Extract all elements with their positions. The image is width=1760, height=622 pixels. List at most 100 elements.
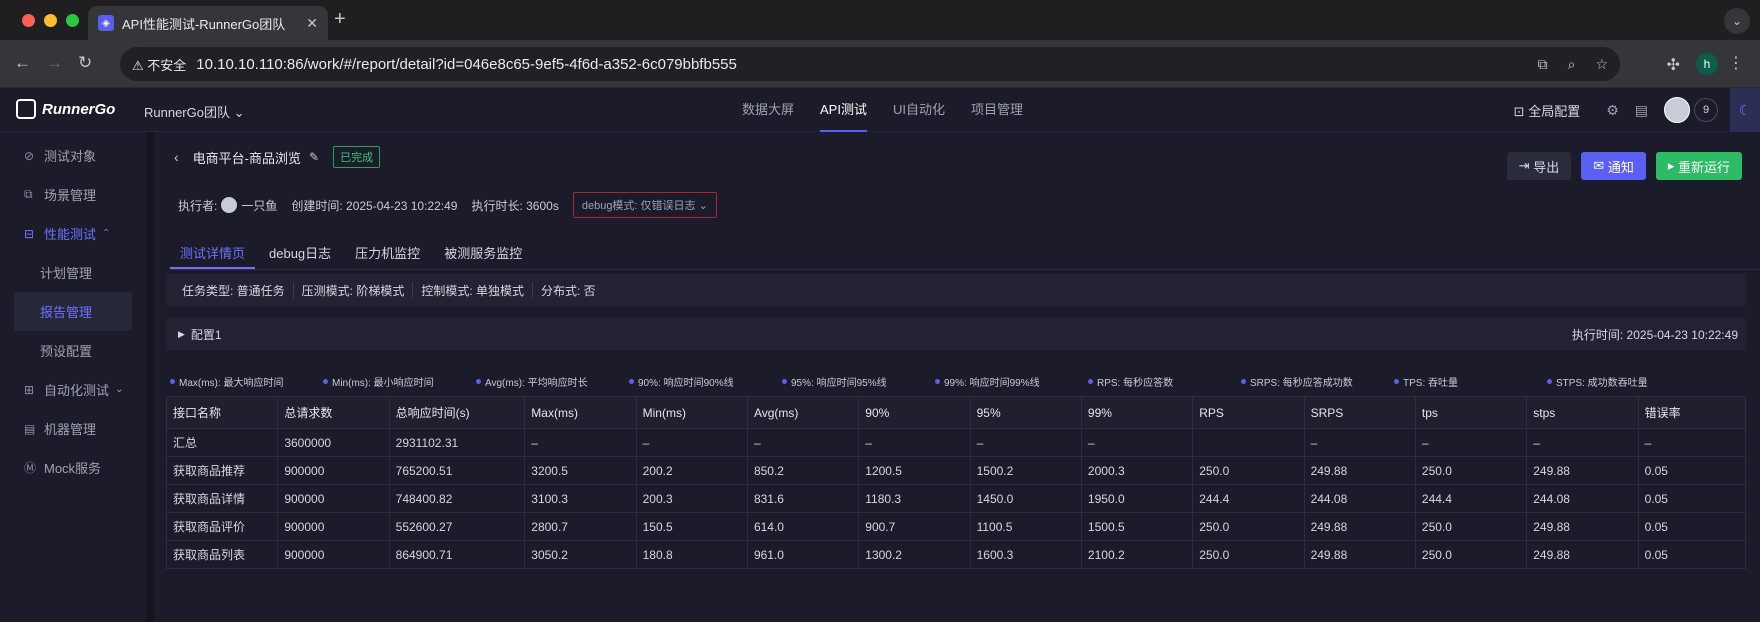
bookmark-star-icon[interactable]: ☆	[1595, 56, 1608, 73]
column-header: 接口名称	[165, 396, 279, 429]
tab-load-machine-monitor[interactable]: 压力机监控	[345, 238, 430, 269]
legend-dot	[170, 379, 175, 384]
user-avatar[interactable]	[1664, 97, 1690, 123]
profile-avatar[interactable]: h	[1696, 53, 1718, 75]
table-cell: 250.0	[1192, 456, 1305, 485]
tab-test-details[interactable]: 测试详情页	[170, 238, 256, 269]
reload-icon[interactable]: ↻	[78, 53, 92, 73]
back-icon[interactable]: ‹	[174, 149, 179, 165]
table-cell: 获取商品详情	[165, 484, 279, 513]
global-config-label: 全局配置	[1528, 103, 1581, 119]
minimize-window-button[interactable]	[44, 14, 57, 27]
address-bar[interactable]: ⚠ 不安全 10.10.10.110:86/work/#/report/deta…	[120, 47, 1620, 81]
sidebar-item-reports[interactable]: 报告管理	[14, 292, 132, 331]
browser-tab[interactable]: ◈ API性能测试-RunnerGo团队 ✕	[88, 6, 328, 40]
table-cell: –	[524, 428, 637, 457]
browser-menu-icon[interactable]: ⋮	[1728, 53, 1744, 73]
column-header: stps	[1526, 396, 1639, 429]
table-row[interactable]: 获取商品列表 900000 864900.71 3050.2 180.8 961.0 130…	[165, 540, 1747, 569]
executor-name: 一只鱼	[241, 198, 278, 213]
automation-icon: ⊞	[24, 382, 35, 397]
maximize-window-button[interactable]	[66, 14, 79, 27]
table-row[interactable]: 获取商品评价 900000 552600.27 2800.7 150.5 614.0 900…	[165, 512, 1747, 541]
table-cell: 2800.7	[524, 512, 637, 541]
team-selector[interactable]: RunnerGo团队 ⌄	[144, 102, 245, 121]
table-cell: 900000	[277, 540, 390, 569]
dark-mode-icon[interactable]: ☾	[1730, 88, 1760, 132]
table-cell: 249.88	[1526, 512, 1639, 541]
sidebar-item-scenes[interactable]: ⧉ 场景管理	[0, 175, 146, 214]
zoom-icon[interactable]: ⌕	[1568, 56, 1576, 73]
table-cell: 2931102.31	[388, 428, 526, 457]
table-cell: –	[1637, 428, 1747, 457]
app-logo[interactable]: RunnerGo	[16, 99, 115, 119]
table-cell: 2000.3	[1080, 456, 1194, 485]
rerun-button[interactable]: ▸ 重新运行	[1655, 152, 1742, 180]
table-row[interactable]: 获取商品详情 900000 748400.82 3100.3 200.3 831.6 118…	[165, 484, 1747, 513]
security-warning[interactable]: ⚠ 不安全	[132, 55, 186, 74]
notify-button[interactable]: ✉ 通知	[1581, 152, 1646, 180]
message-icon[interactable]: ▤	[1635, 102, 1648, 119]
nav-dashboard[interactable]: 数据大屏	[742, 88, 794, 132]
export-button[interactable]: ⇥ 导出	[1506, 152, 1572, 180]
config-collapse[interactable]: ▶ 配置1 执行时间: 2025-04-23 10:22:49	[166, 318, 1746, 350]
table-row[interactable]: 获取商品推荐 900000 765200.51 3200.5 200.2 850.2 120…	[165, 456, 1747, 485]
edit-icon[interactable]: ✎	[309, 150, 319, 164]
legend-dot	[1394, 379, 1399, 384]
nav-api-test[interactable]: API测试	[820, 88, 867, 132]
column-header: 95%	[969, 396, 1082, 429]
table-cell: –	[858, 428, 971, 457]
legend-dot	[1241, 379, 1246, 384]
column-header: tps	[1414, 396, 1528, 429]
nav-ui-automation[interactable]: UI自动化	[893, 88, 945, 132]
table-cell: 900000	[277, 484, 390, 513]
report-actions: ⇥ 导出 ✉ 通知 ▸ 重新运行	[1506, 152, 1742, 180]
extensions-icon[interactable]: ✣	[1667, 55, 1680, 75]
debug-mode-select[interactable]: debug模式: 仅错误日志 ⌄	[572, 192, 717, 218]
sidebar-item-machines[interactable]: ▤ 机器管理	[0, 409, 146, 448]
mail-icon: ✉	[1593, 158, 1605, 173]
back-arrow-icon[interactable]: ←	[14, 53, 31, 73]
translate-icon[interactable]: ⧉	[1538, 56, 1548, 73]
member-count[interactable]: 9	[1694, 98, 1718, 122]
nav-project-management[interactable]: 项目管理	[971, 88, 1023, 132]
tab-search-icon[interactable]: ⌄	[1724, 8, 1750, 34]
tab-service-monitor[interactable]: 被测服务监控	[434, 238, 532, 269]
table-row[interactable]: 汇总 3600000 2931102.31– – – – – – – – – –	[165, 428, 1747, 457]
sidebar-item-mock[interactable]: Ⓜ Mock服务	[0, 448, 146, 487]
report-title-row: ‹ 电商平台-商品浏览 ✎ 已完成	[174, 146, 381, 168]
close-window-button[interactable]	[22, 14, 35, 27]
table-cell: 249.88	[1303, 456, 1416, 485]
mock-icon: Ⓜ	[24, 461, 37, 475]
plugin-icon[interactable]: ⚙	[1606, 102, 1619, 119]
url-text[interactable]: 10.10.10.110:86/work/#/report/detail?id=…	[196, 56, 737, 73]
table-cell: 0.05	[1637, 456, 1747, 485]
table-cell: 250.0	[1414, 512, 1528, 541]
sidebar-item-automation[interactable]: ⊞ 自动化测试 ⌄	[0, 370, 146, 409]
forward-arrow-icon[interactable]: →	[46, 53, 63, 73]
table-cell: 864900.71	[388, 540, 526, 569]
sidebar-item-label: 预设配置	[40, 344, 93, 359]
close-tab-icon[interactable]: ✕	[306, 15, 318, 32]
sidebar-item-label: 自动化测试	[44, 383, 110, 398]
caret-right-icon: ▶	[178, 328, 185, 339]
sidebar-item-performance[interactable]: ⊟ 性能测试 ⌃	[0, 214, 146, 253]
table-cell: 244.08	[1303, 484, 1416, 513]
sidebar-item-label: 场景管理	[44, 188, 97, 203]
tab-debug-log[interactable]: debug日志	[259, 238, 341, 269]
sidebar-item-test-objects[interactable]: ⊘ 测试对象	[0, 136, 146, 175]
header-right: ⊡ 全局配置 ⚙ ▤ 9 ☾	[1514, 88, 1760, 132]
column-header: Max(ms)	[524, 396, 637, 429]
logo-text: RunnerGo	[42, 100, 116, 118]
sidebar-item-presets[interactable]: 预设配置	[0, 331, 146, 370]
table-cell: 1180.3	[858, 484, 971, 513]
new-tab-icon[interactable]: +	[334, 8, 346, 31]
table-cell: 552600.27	[388, 512, 526, 541]
global-config-button[interactable]: ⊡ 全局配置	[1514, 101, 1581, 120]
table-cell: –	[969, 428, 1082, 457]
legend-label: TPS: 吞吐量	[1403, 378, 1459, 389]
config-icon: ⊡	[1513, 103, 1525, 119]
page-title: 电商平台-商品浏览	[192, 150, 302, 166]
sidebar-item-plans[interactable]: 计划管理	[0, 253, 146, 292]
table-cell: 249.88	[1526, 540, 1639, 569]
